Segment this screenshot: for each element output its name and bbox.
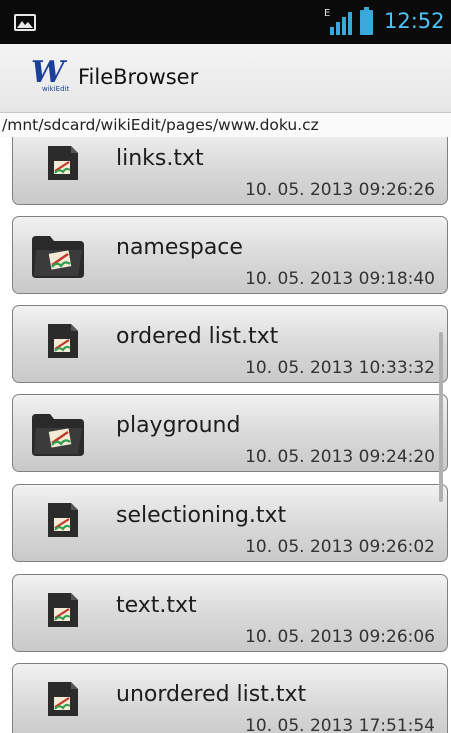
folder-icon: [30, 408, 86, 462]
list-item[interactable]: namespace 10. 05. 2013 09:18:40: [12, 216, 448, 294]
item-name: selectioning.txt: [116, 503, 287, 528]
list-scrollbar[interactable]: [439, 332, 443, 502]
item-name: text.txt: [116, 593, 197, 618]
logo-subtext: wikiEdit: [42, 85, 70, 93]
app-logo[interactable]: W wikiEdit: [31, 55, 71, 97]
item-name: links.txt: [116, 146, 204, 171]
item-name: playground: [116, 413, 241, 438]
file-icon: [45, 143, 81, 187]
list-item[interactable]: text.txt 10. 05. 2013 09:26:06: [12, 574, 448, 652]
file-icon: [45, 679, 81, 723]
item-date: 10. 05. 2013 09:26:26: [245, 180, 435, 200]
item-name: unordered list.txt: [116, 682, 307, 707]
item-date: 10. 05. 2013 17:51:54: [245, 716, 435, 733]
folder-icon: [30, 230, 86, 284]
item-name: ordered list.txt: [116, 324, 279, 349]
gallery-notification-icon: [14, 14, 36, 31]
signal-strength-icon: [330, 12, 352, 35]
item-date: 10. 05. 2013 09:18:40: [245, 269, 435, 289]
status-clock: 12:52: [384, 9, 445, 33]
status-bar: E 12:52: [0, 0, 451, 44]
item-date: 10. 05. 2013 09:24:20: [245, 447, 435, 467]
item-date: 10. 05. 2013 10:33:32: [245, 358, 435, 378]
list-item[interactable]: selectioning.txt 10. 05. 2013 09:26:02: [12, 484, 448, 562]
file-icon: [45, 500, 81, 544]
list-item[interactable]: links.txt 10. 05. 2013 09:26:26: [12, 137, 448, 205]
current-path: /mnt/sdcard/wikiEdit/pages/www.doku.cz: [0, 113, 451, 137]
list-item[interactable]: unordered list.txt 10. 05. 2013 17:51:54: [12, 663, 448, 733]
item-date: 10. 05. 2013 09:26:06: [245, 627, 435, 647]
file-list[interactable]: links.txt 10. 05. 2013 09:26:26 namespac…: [0, 137, 451, 733]
item-name: namespace: [116, 235, 243, 260]
list-item[interactable]: ordered list.txt 10. 05. 2013 10:33:32: [12, 305, 448, 383]
app-title: FileBrowser: [78, 65, 199, 89]
file-icon: [45, 590, 81, 634]
battery-icon: [360, 7, 373, 35]
action-bar: W wikiEdit FileBrowser: [0, 44, 451, 113]
list-item[interactable]: playground 10. 05. 2013 09:24:20: [12, 394, 448, 472]
item-date: 10. 05. 2013 09:26:02: [245, 537, 435, 557]
file-icon: [45, 321, 81, 365]
